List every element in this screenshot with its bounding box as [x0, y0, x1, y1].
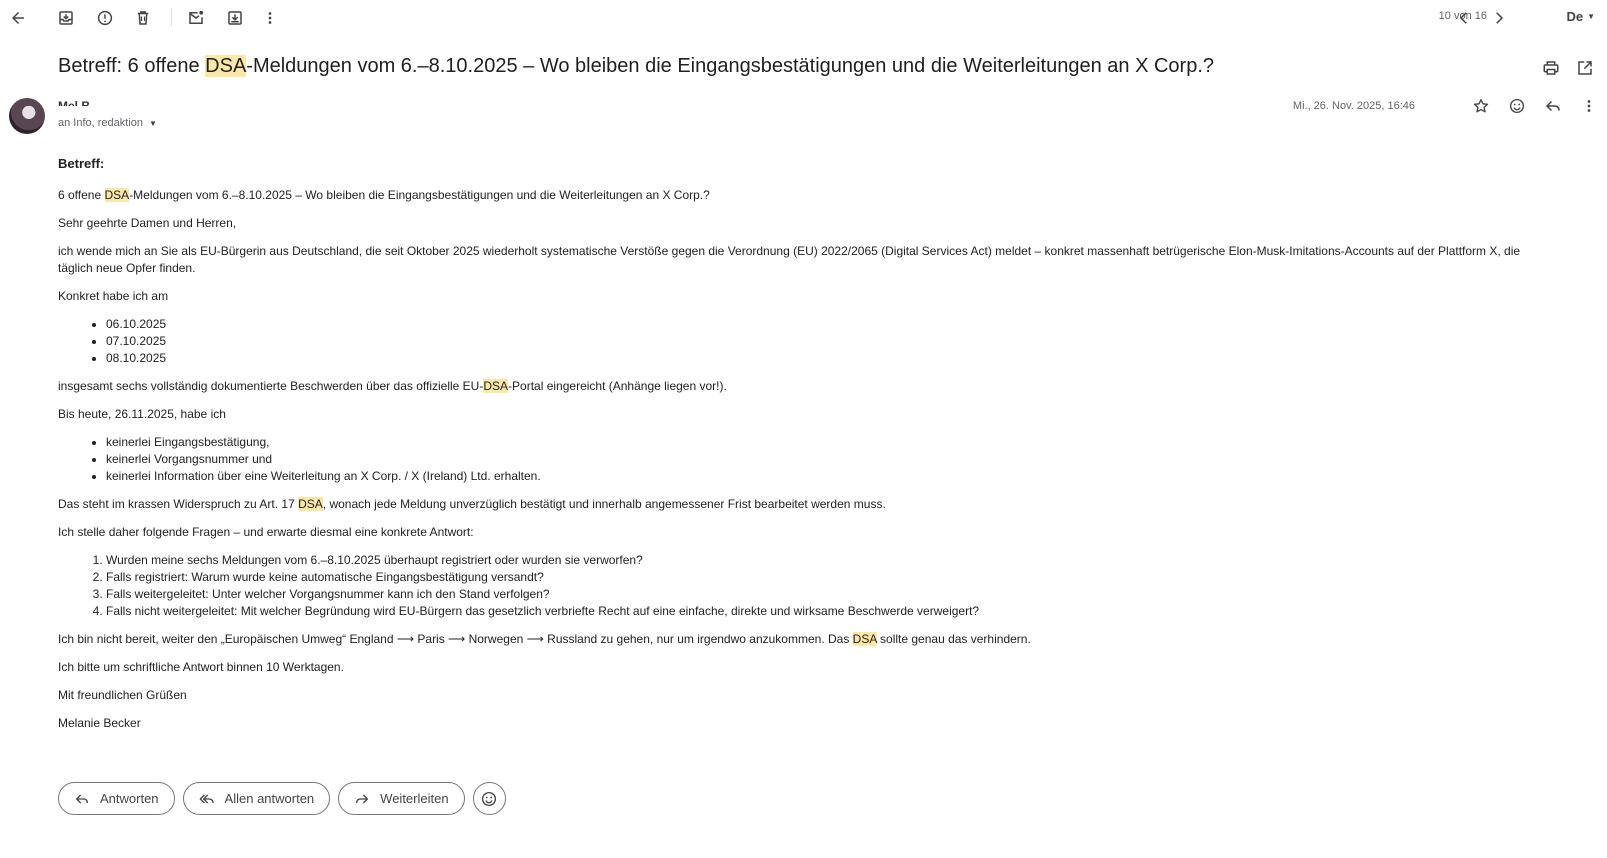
reply-icon: [75, 794, 88, 803]
highlight: DSA: [298, 497, 323, 511]
move-to-icon[interactable]: [221, 4, 249, 32]
forward-button[interactable]: Weiterleiten: [338, 782, 465, 815]
list-item: 06.10.2025: [106, 316, 1553, 333]
chevron-left-icon[interactable]: [1450, 4, 1478, 32]
text: Das steht im krassen Widerspruch zu Art.…: [58, 497, 299, 511]
reply-label: Antworten: [100, 791, 159, 806]
more-vert-icon[interactable]: [1579, 96, 1599, 116]
bis-heute-paragraph: Bis heute, 26.11.2025, habe ich: [58, 407, 226, 421]
mark-unread-icon[interactable]: [182, 4, 210, 32]
sender-name[interactable]: Mel B: [58, 98, 228, 106]
message-actions: [1471, 96, 1599, 116]
text: insgesamt sechs vollständig dokumentiert…: [58, 379, 484, 393]
report-spam-icon[interactable]: [91, 4, 119, 32]
text: , wonach jede Meldung unverzüglich bestä…: [322, 497, 886, 511]
language-label: De: [1566, 9, 1584, 24]
konkret-paragraph: Konkret habe ich am: [58, 289, 169, 303]
message-date: Mi., 26. Nov. 2025, 16:46: [1292, 100, 1415, 112]
reply-all-icon: [198, 794, 214, 803]
body-subject-line: 6 offene DSA-Meldungen vom 6.–8.10.2025 …: [58, 187, 1553, 204]
avatar[interactable]: [9, 98, 45, 134]
forward-icon: [356, 794, 369, 803]
print-icon[interactable]: [1541, 58, 1561, 78]
reply-icon[interactable]: [1543, 96, 1563, 116]
toolbar-divider: [171, 8, 172, 26]
contradiction-paragraph: Das steht im krassen Widerspruch zu Art.…: [58, 496, 1553, 513]
closing: Mit freundlichen Grüßen: [58, 688, 187, 702]
list-item: Wurden meine sechs Meldungen vom 6.–8.10…: [106, 552, 1553, 569]
text: Ich bin nicht bereit, weiter den „Europä…: [58, 632, 853, 646]
subject-actions: [1541, 58, 1595, 78]
forward-label: Weiterleiten: [380, 791, 449, 806]
text: -Meldungen vom 6.–8.10.2025 – Wo bleiben…: [129, 188, 710, 202]
subject-highlight: DSA: [205, 55, 247, 77]
archive-icon[interactable]: [52, 4, 80, 32]
reply-all-label: Allen antworten: [224, 791, 315, 806]
dates-list: 06.10.2025 07.10.2025 08.10.2025: [58, 316, 1553, 367]
back-arrow-icon[interactable]: [4, 4, 32, 32]
list-item: Falls weitergeleitet: Unter welcher Vorg…: [106, 586, 1553, 603]
text: -Portal eingereicht (Anhänge liegen vor!…: [508, 379, 727, 393]
highlight: DSA: [852, 632, 877, 646]
text: sollte genau das verhindern.: [876, 632, 1031, 646]
missing-list: keinerlei Eingangsbestätigung, keinerlei…: [58, 434, 1553, 485]
recipients-toggle[interactable]: an Info, redaktion ▼: [58, 117, 157, 129]
reply-button[interactable]: Antworten: [58, 782, 175, 815]
list-item: keinerlei Information über eine Weiterle…: [106, 468, 1553, 485]
questions-intro: Ich stelle daher folgende Fragen – und e…: [58, 525, 474, 539]
reply-actions: Antworten Allen antworten Weiterleiten: [58, 782, 506, 815]
list-item: Falls registriert: Warum wurde keine aut…: [106, 569, 1553, 586]
more-vert-icon[interactable]: [256, 4, 284, 32]
emoji-reaction-button[interactable]: [472, 782, 506, 815]
highlight: DSA: [104, 188, 130, 202]
list-item: 08.10.2025: [106, 350, 1553, 367]
subject-suffix: -Meldungen vom 6.–8.10.2025 – Wo bleiben…: [246, 55, 1214, 77]
signature: Melanie Becker: [58, 716, 141, 730]
body-heading: Betreff:: [58, 156, 105, 171]
toolbar: 10 von 16 De ▼: [0, 0, 1607, 36]
emoji-reaction-icon[interactable]: [1507, 96, 1527, 116]
chevron-right-icon[interactable]: [1485, 4, 1513, 32]
input-language-selector[interactable]: De ▼: [1566, 9, 1595, 24]
star-icon[interactable]: [1471, 96, 1491, 116]
questions-list: Wurden meine sechs Meldungen vom 6.–8.10…: [58, 552, 1553, 620]
request-paragraph: Ich bitte um schriftliche Antwort binnen…: [58, 660, 344, 674]
highlight: DSA: [483, 379, 509, 393]
list-item: Falls nicht weitergeleitet: Mit welcher …: [106, 603, 1553, 620]
submitted-paragraph: insgesamt sechs vollständig dokumentiert…: [58, 378, 1553, 395]
caret-down-icon: ▼: [149, 118, 157, 128]
delete-icon[interactable]: [129, 4, 157, 32]
list-item: keinerlei Eingangsbestätigung,: [106, 434, 1553, 451]
email-subject: Betreff: 6 offene DSA-Meldungen vom 6.–8…: [58, 55, 1214, 78]
caret-down-icon: ▼: [1587, 12, 1595, 21]
list-item: 07.10.2025: [106, 333, 1553, 350]
detour-paragraph: Ich bin nicht bereit, weiter den „Europä…: [58, 631, 1553, 648]
intro-paragraph: ich wende mich an Sie als EU-Bürgerin au…: [58, 244, 1521, 275]
emoji-icon: [482, 791, 497, 806]
text: 6 offene: [58, 188, 105, 202]
list-item: keinerlei Vorgangsnummer und: [106, 451, 1553, 468]
open-in-new-window-icon[interactable]: [1575, 58, 1595, 78]
subject-prefix: Betreff: 6 offene: [58, 55, 206, 77]
reply-all-button[interactable]: Allen antworten: [182, 782, 331, 815]
message-body: Betreff: 6 offene DSA-Meldungen vom 6.–8…: [58, 150, 1553, 743]
greeting: Sehr geehrte Damen und Herren,: [58, 216, 237, 230]
recipients-label: an Info, redaktion: [58, 117, 144, 129]
